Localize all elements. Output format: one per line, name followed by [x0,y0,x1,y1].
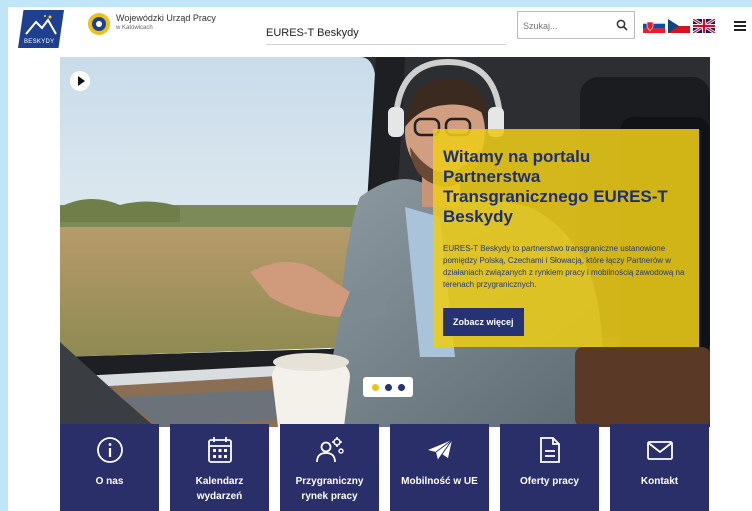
tile-label-line1: O nas [95,476,124,487]
beskydy-logo-label: BESKYDY [24,39,55,45]
hero-title: Witamy na portalu Partnerstwa Transgrani… [443,147,668,226]
language-sk-flag-icon[interactable] [643,19,665,33]
see-more-button[interactable]: Zobacz więcej [443,308,524,336]
document-icon [539,437,560,463]
search-icon[interactable] [616,19,628,31]
slider-dot[interactable] [371,383,379,391]
hero-callout: Witamy na portalu Partnerstwa Transgrani… [433,129,699,347]
tile-eu-mobility[interactable]: Mobilność w UE [390,424,489,511]
language-en-flag-icon[interactable] [693,19,715,33]
wup-logo-icon[interactable] [88,13,110,35]
tile-label-line2: wydarzeń [196,491,243,502]
play-icon[interactable] [70,71,90,91]
people-gear-icon [315,437,344,463]
slider-dot[interactable] [397,383,405,391]
tile-contact[interactable]: Kontakt [610,424,709,511]
page-frame: BESKYDY Wojewódzki Urząd Pracy w Katowic… [8,7,752,511]
info-icon [96,437,123,463]
search-box [517,11,635,39]
language-cz-flag-icon[interactable] [668,19,690,33]
wup-name[interactable]: Wojewódzki Urząd Pracy w Katowicach [116,13,216,33]
tile-label-line1: Przygraniczny [295,476,364,487]
tile-label-line2: rynek pracy [301,491,358,502]
tile-label-line1: Oferty pracy [520,476,579,487]
search-input[interactable] [523,18,615,34]
tile-label-line1: Kalendarz [195,476,244,487]
hero-description: EURES-T Beskydy to partnerstwo transgran… [443,244,685,289]
title-divider [266,44,506,45]
wup-name-line2: w Katowicach [116,25,153,31]
slider-dot[interactable] [384,383,392,391]
tile-about[interactable]: O nas [60,424,159,511]
calendar-icon [207,437,232,463]
tile-events-calendar[interactable]: Kalendarz wydarzeń [170,424,269,511]
tile-job-offers[interactable]: Oferty pracy [500,424,599,511]
wup-name-line1: Wojewódzki Urząd Pracy [116,13,216,23]
envelope-icon [646,441,673,460]
hamburger-menu-icon[interactable] [734,21,746,31]
site-header: BESKYDY Wojewódzki Urząd Pracy w Katowic… [8,7,752,52]
mountain-star-icon [25,15,57,35]
site-title: EURES-T Beskydy [266,27,359,39]
hero-slider: Witamy na portalu Partnerstwa Transgrani… [60,57,710,427]
tile-label-line1: Kontakt [640,476,679,487]
tile-label-line1: Mobilność w UE [401,476,478,487]
plane-icon [427,439,452,461]
beskydy-logo[interactable]: BESKYDY [18,10,64,48]
slider-pagination [363,377,413,397]
tile-border-labour-market[interactable]: Przygraniczny rynek pracy [280,424,379,511]
quick-links: O nas Kalendarz wydarzeń Przygraniczny r… [60,424,710,511]
